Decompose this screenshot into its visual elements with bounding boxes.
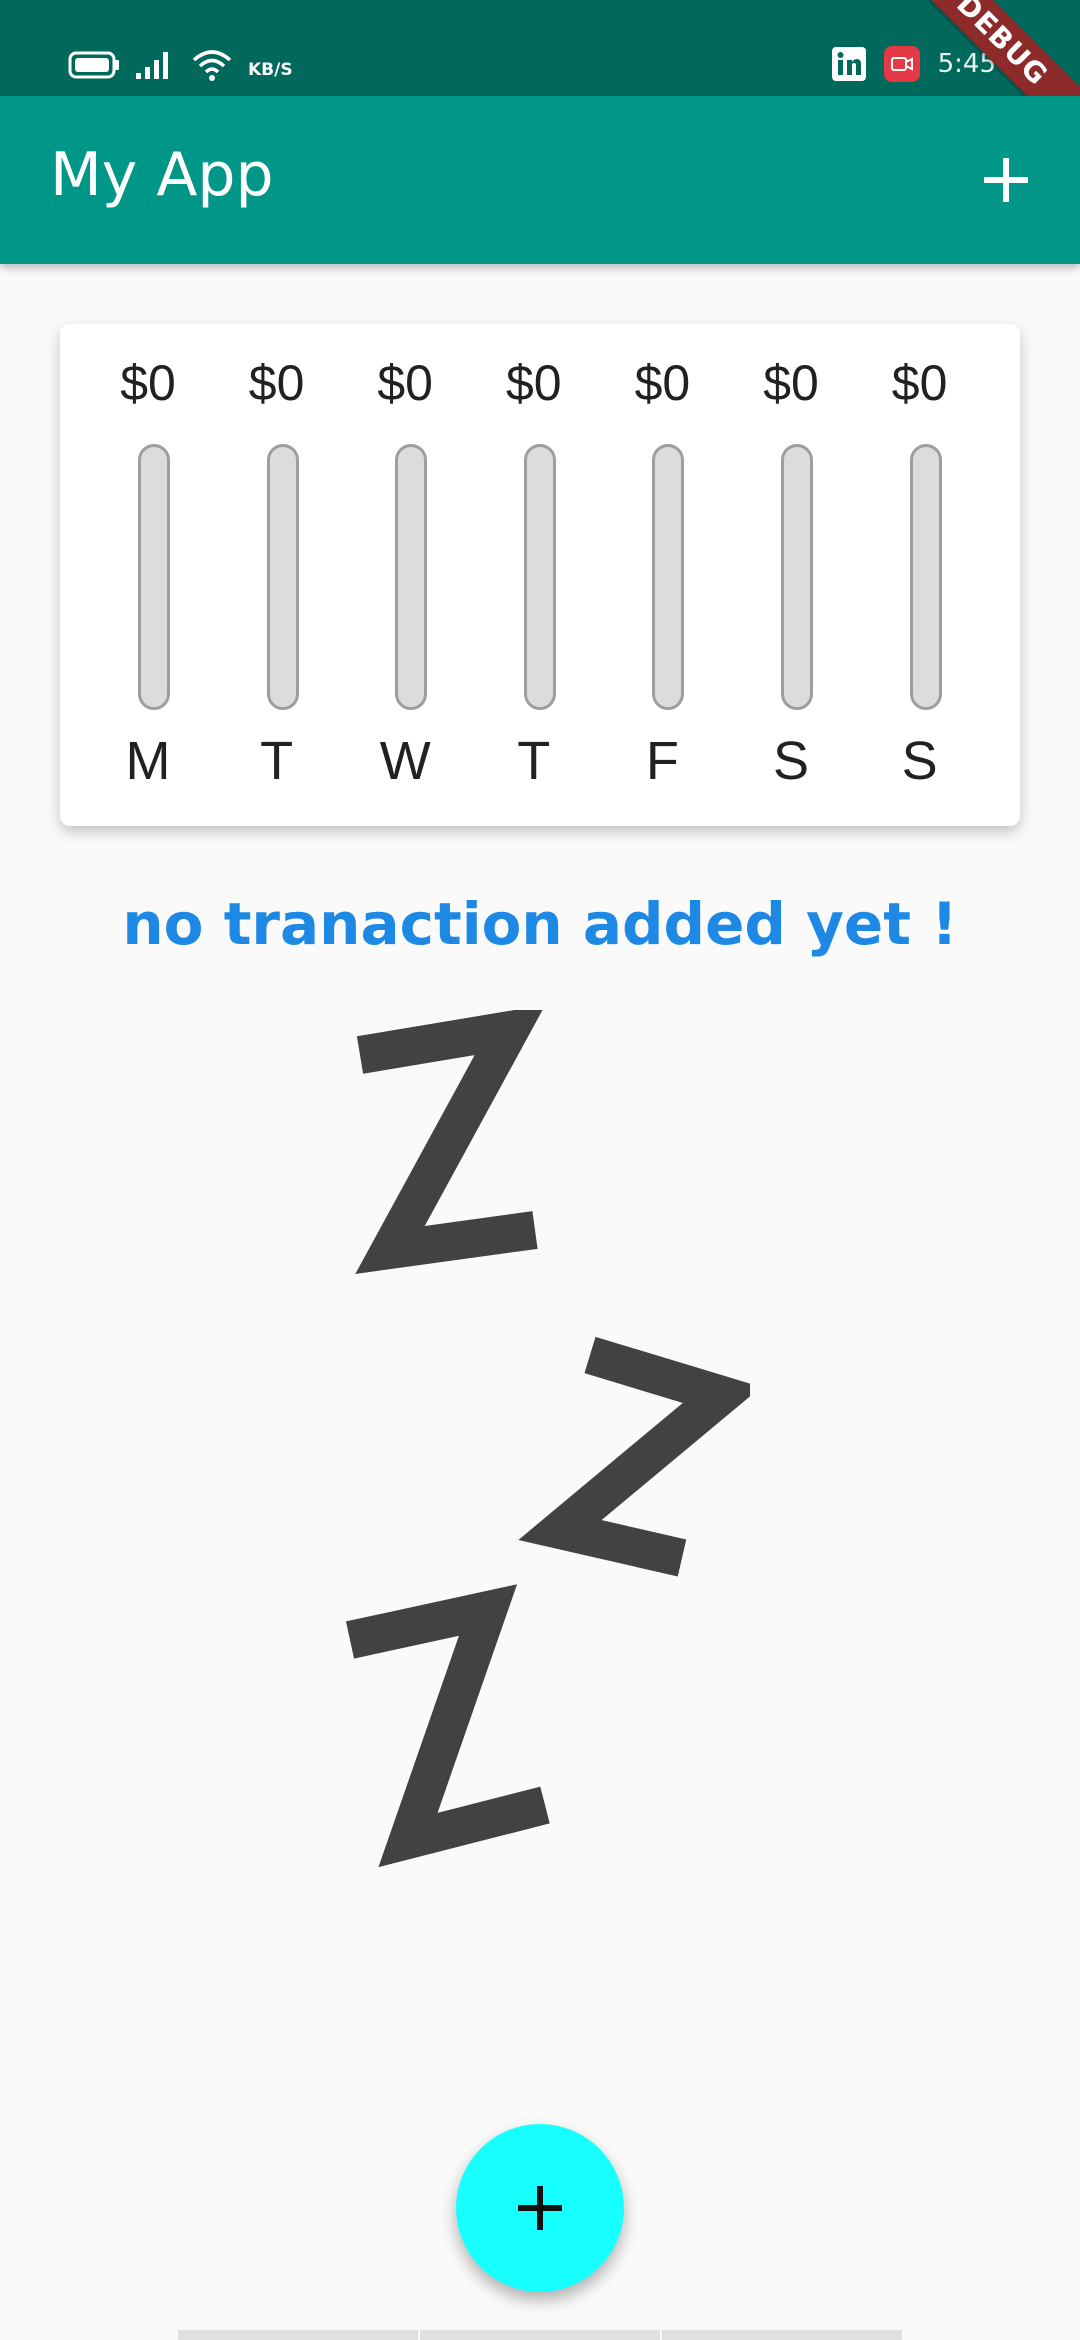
network-speed: KB/S xyxy=(248,60,293,80)
bar-amount-label: $0 xyxy=(634,355,691,411)
sleeping-zzz-icon xyxy=(345,1010,750,1868)
chart-bar-1: $0 T xyxy=(217,324,337,826)
status-left: KB/S xyxy=(68,48,293,82)
add-icon xyxy=(518,2186,562,2230)
chart-bar-6: $0 S xyxy=(860,324,980,826)
bar-amount-label: $0 xyxy=(248,355,305,411)
bar-day-label: T xyxy=(260,731,294,791)
battery-icon xyxy=(68,51,119,79)
signal-icon xyxy=(136,52,168,79)
bar-day-label: S xyxy=(901,731,938,791)
linkedin-icon xyxy=(831,47,866,81)
wifi-icon xyxy=(192,50,232,81)
bar-amount-label: $0 xyxy=(377,355,433,411)
bottom-segment xyxy=(178,2330,418,2340)
bar-day-label: S xyxy=(772,731,810,791)
empty-state-message: no tranaction added yet ! xyxy=(122,890,958,958)
bottom-segment xyxy=(662,2330,902,2340)
app-title: My App xyxy=(50,140,274,210)
chart-bar-3: $0 T xyxy=(474,324,594,826)
bar-day-label: T xyxy=(517,731,551,791)
bar-amount-label: $0 xyxy=(763,355,819,411)
bar-track xyxy=(266,444,299,710)
bar-track xyxy=(138,444,170,710)
bar-track xyxy=(781,444,813,710)
bottom-segment xyxy=(420,2330,660,2340)
floating-add-button[interactable] xyxy=(456,2124,624,2292)
status-bar: KB/S 5:45 DEBUG xyxy=(0,0,1080,148)
status-right: 5:45 xyxy=(831,46,996,82)
bar-day-label: M xyxy=(125,731,171,791)
bar-track xyxy=(523,444,556,710)
bar-amount-label: $0 xyxy=(891,355,948,411)
app-bar: My App xyxy=(0,96,1080,264)
screen-recorder-icon xyxy=(883,46,920,82)
bar-day-label: W xyxy=(379,731,431,791)
bar-track xyxy=(395,444,428,710)
weekly-chart-card: $0 M $0 T $0 W $0 T $0 F $0 S $0 S xyxy=(60,324,1020,826)
chart-bar-2: $0 W xyxy=(345,324,465,826)
bar-track xyxy=(909,444,942,710)
bar-day-label: F xyxy=(645,731,679,791)
bottom-navigation-hint xyxy=(178,2330,902,2340)
bar-amount-label: $0 xyxy=(505,355,562,411)
add-transaction-button[interactable] xyxy=(968,142,1044,218)
chart-bar-4: $0 F xyxy=(602,324,722,826)
chart-bar-5: $0 S xyxy=(731,324,851,826)
add-icon xyxy=(984,158,1028,202)
bar-track xyxy=(652,444,685,710)
chart-bar-0: $0 M xyxy=(88,324,208,826)
bar-amount-label: $0 xyxy=(120,355,176,411)
